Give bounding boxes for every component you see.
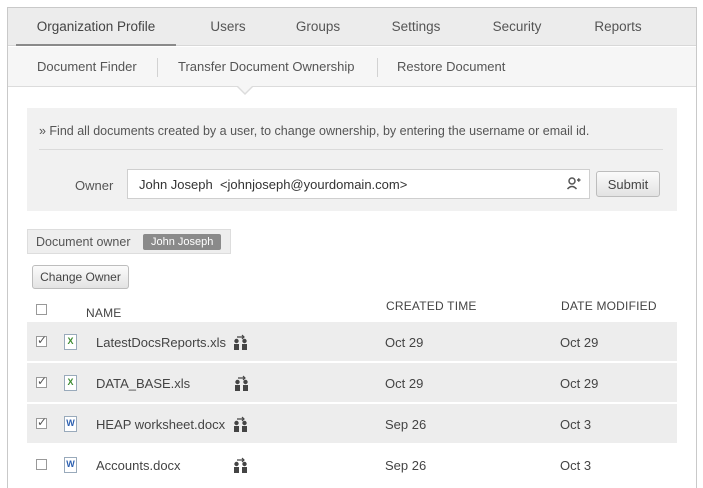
column-header-created[interactable]: CREATED TIME	[386, 299, 477, 313]
change-owner-button[interactable]: Change Owner	[32, 265, 129, 289]
row-checkbox[interactable]	[36, 374, 47, 388]
sub-navigation: Document Finder Transfer Document Owners…	[8, 47, 696, 87]
excel-file-icon: X	[64, 375, 77, 391]
subtab-divider	[377, 58, 378, 77]
owner-label: Owner	[75, 178, 114, 193]
select-all-checkbox[interactable]	[36, 304, 47, 315]
owner-input[interactable]	[127, 169, 590, 199]
table-row[interactable]: W Accounts.docx Sep 26 Oct 3	[27, 445, 677, 484]
date-modified: Oct 3	[560, 458, 592, 473]
word-file-icon: W	[64, 457, 77, 473]
created-time: Sep 26	[385, 458, 427, 473]
tab-groups[interactable]: Groups	[274, 8, 362, 46]
tab-reports[interactable]: Reports	[574, 8, 662, 46]
tab-security[interactable]: Security	[473, 8, 561, 46]
column-header-modified[interactable]: DATE MODIFIED	[561, 299, 657, 313]
row-checkbox[interactable]	[36, 415, 47, 429]
file-name[interactable]: DATA_BASE.xls	[96, 376, 190, 391]
created-time: Oct 29	[385, 376, 424, 391]
shared-users-icon[interactable]	[232, 334, 249, 351]
subtab-restore-document[interactable]: Restore Document	[397, 47, 505, 87]
table-row[interactable]: X DATA_BASE.xls Oct 29 Oct 29	[27, 363, 677, 402]
owner-search-panel: » Find all documents created by a user, …	[27, 108, 677, 211]
tab-settings[interactable]: Settings	[372, 8, 460, 46]
file-name[interactable]: LatestDocsReports.xls	[96, 335, 226, 350]
table-row[interactable]: X LatestDocsReports.xls Oct 29 Oct 29	[27, 322, 677, 361]
created-time: Sep 26	[385, 417, 427, 432]
app-window: Organization Profile Users Groups Settin…	[7, 7, 697, 488]
subtab-divider	[157, 58, 158, 77]
row-checkbox[interactable]	[36, 333, 47, 347]
document-owner-chip: Document owner John Joseph	[27, 229, 231, 254]
subtab-document-finder[interactable]: Document Finder	[37, 47, 137, 87]
shared-users-icon[interactable]	[233, 375, 250, 392]
search-hint: » Find all documents created by a user, …	[39, 124, 590, 138]
created-time: Oct 29	[385, 335, 424, 350]
top-navigation: Organization Profile Users Groups Settin…	[8, 8, 696, 46]
user-lookup-icon[interactable]	[566, 176, 582, 192]
column-header-name[interactable]: NAME	[86, 306, 121, 320]
submit-button[interactable]: Submit	[596, 171, 660, 197]
word-file-icon: W	[64, 416, 77, 432]
row-checkbox[interactable]	[36, 459, 47, 470]
shared-users-icon[interactable]	[232, 457, 249, 474]
document-owner-badge: John Joseph	[143, 234, 222, 250]
file-name[interactable]: Accounts.docx	[96, 458, 181, 473]
date-modified: Oct 29	[560, 335, 599, 350]
active-subtab-pointer-fill	[238, 86, 252, 93]
tab-organization-profile[interactable]: Organization Profile	[16, 8, 176, 46]
subtab-transfer-ownership[interactable]: Transfer Document Ownership	[178, 47, 355, 87]
date-modified: Oct 29	[560, 376, 599, 391]
shared-users-icon[interactable]	[232, 416, 249, 433]
tab-users[interactable]: Users	[188, 8, 268, 46]
panel-divider	[39, 149, 663, 150]
table-header: NAME CREATED TIME DATE MODIFIED	[27, 296, 677, 322]
file-name[interactable]: HEAP worksheet.docx	[96, 417, 225, 432]
excel-file-icon: X	[64, 334, 77, 350]
document-owner-label: Document owner	[36, 235, 131, 249]
table-row[interactable]: W HEAP worksheet.docx Sep 26 Oct 3	[27, 404, 677, 443]
date-modified: Oct 3	[560, 417, 592, 432]
